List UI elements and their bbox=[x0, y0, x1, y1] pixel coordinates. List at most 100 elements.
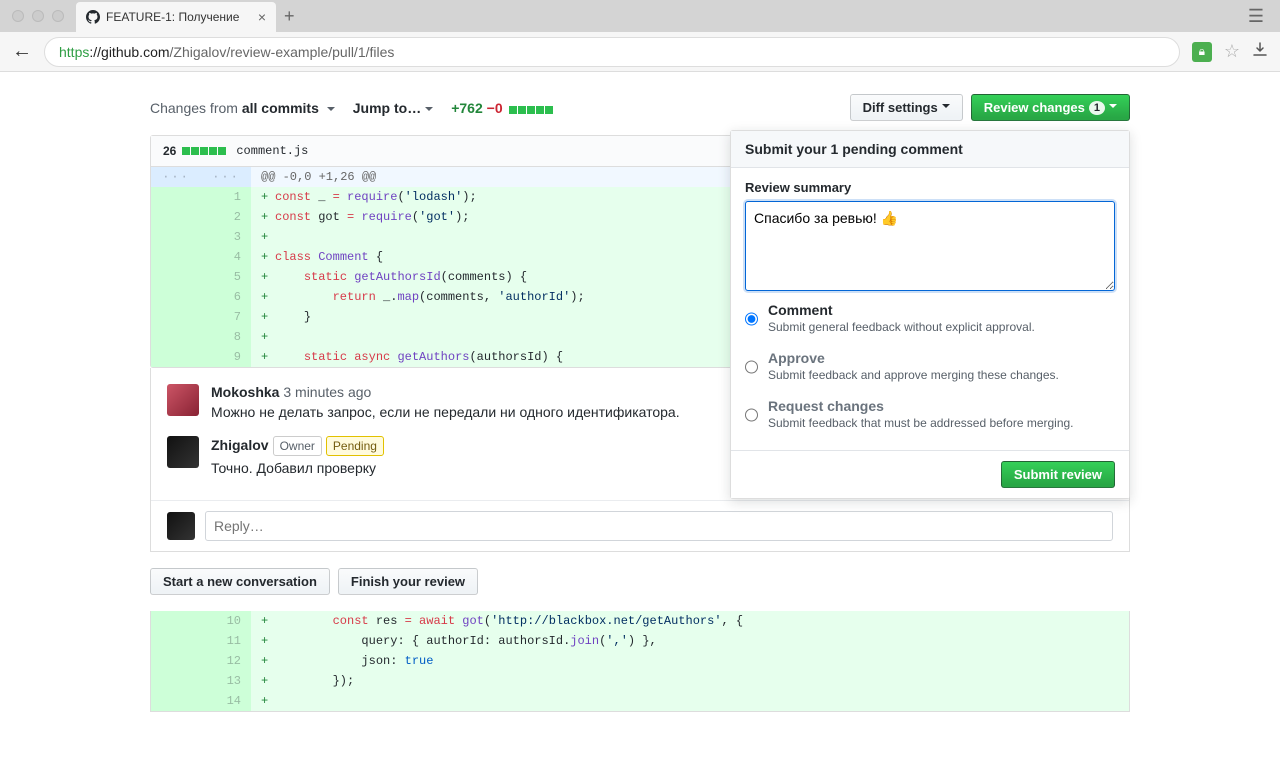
review-option[interactable]: Approve Submit feedback and approve mergi… bbox=[745, 342, 1115, 390]
diffstat-blocks bbox=[509, 106, 553, 114]
line-num-old bbox=[151, 187, 201, 207]
line-num-old bbox=[151, 347, 201, 367]
review-summary-label: Review summary bbox=[745, 180, 1115, 195]
changes-from-dropdown[interactable]: Changes from all commits bbox=[150, 100, 335, 116]
review-option[interactable]: Request changes Submit feedback that must… bbox=[745, 390, 1115, 438]
tab-title: FEATURE-1: Получение bbox=[106, 10, 252, 24]
main-content: Changes from all commits Jump to… +762 −… bbox=[150, 72, 1130, 712]
file-diffstat-icon bbox=[182, 147, 226, 155]
file-diff-continuation: 10+ const res = await got('http://blackb… bbox=[150, 611, 1130, 712]
url-protocol: https bbox=[59, 44, 89, 60]
reply-input[interactable] bbox=[205, 511, 1113, 541]
review-option-desc: Submit feedback and approve merging thes… bbox=[768, 368, 1059, 382]
url-path: /Zhigalov/review-example/pull/1/files bbox=[170, 44, 395, 60]
jump-to-dropdown[interactable]: Jump to… bbox=[353, 100, 433, 116]
avatar[interactable] bbox=[167, 436, 199, 468]
new-tab-button[interactable]: + bbox=[284, 6, 295, 27]
close-window-icon[interactable] bbox=[12, 10, 24, 22]
line-num-new: 6 bbox=[201, 287, 251, 307]
badge: Owner bbox=[273, 436, 322, 456]
code-cell[interactable]: + }); bbox=[251, 671, 1129, 691]
code-line: 11+ query: { authorId: authorsId.join(',… bbox=[151, 631, 1129, 651]
avatar[interactable] bbox=[167, 384, 199, 416]
github-favicon-icon bbox=[86, 10, 100, 24]
review-summary-textarea[interactable] bbox=[745, 201, 1115, 291]
review-option[interactable]: Comment Submit general feedback without e… bbox=[745, 294, 1115, 342]
submit-review-button[interactable]: Submit review bbox=[1001, 461, 1115, 488]
code-cell[interactable]: + query: { authorId: authorsId.join(',')… bbox=[251, 631, 1129, 651]
expand-up-icon[interactable]: ··· bbox=[162, 170, 190, 184]
line-num-old bbox=[151, 207, 201, 227]
tab-close-icon[interactable]: × bbox=[258, 9, 266, 25]
download-icon[interactable] bbox=[1252, 42, 1268, 61]
line-num-new: 2 bbox=[201, 207, 251, 227]
url-host: ://github.com bbox=[89, 44, 169, 60]
address-bar: ← https://github.com/Zhigalov/review-exa… bbox=[0, 32, 1280, 72]
review-option-label: Comment bbox=[768, 302, 1035, 318]
line-num-new: 8 bbox=[201, 327, 251, 347]
conversation-actions: Start a new conversation Finish your rev… bbox=[150, 552, 1130, 611]
avatar bbox=[167, 512, 195, 540]
line-num-new: 11 bbox=[201, 631, 251, 651]
code-line: 10+ const res = await got('http://blackb… bbox=[151, 611, 1129, 631]
browser-chrome: FEATURE-1: Получение × + ☰ ← https://git… bbox=[0, 0, 1280, 72]
line-num-new: 7 bbox=[201, 307, 251, 327]
line-num-old bbox=[151, 307, 201, 327]
review-changes-button[interactable]: Review changes 1 bbox=[971, 94, 1130, 121]
line-num-old bbox=[151, 327, 201, 347]
review-option-desc: Submit general feedback without explicit… bbox=[768, 320, 1035, 334]
tab-bar: FEATURE-1: Получение × + ☰ bbox=[0, 0, 1280, 32]
code-cell[interactable]: + const res = await got('http://blackbox… bbox=[251, 611, 1129, 631]
review-radio[interactable] bbox=[745, 400, 758, 430]
review-option-label: Approve bbox=[768, 350, 1059, 366]
line-num-old bbox=[151, 651, 201, 671]
diff-stats: +762 −0 bbox=[451, 100, 552, 116]
nav-back-icon[interactable]: ← bbox=[12, 40, 32, 63]
diff-table-cont: 10+ const res = await got('http://blackb… bbox=[151, 611, 1129, 711]
line-num-old bbox=[151, 631, 201, 651]
comment-time: 3 minutes ago bbox=[279, 384, 371, 400]
code-cell[interactable]: + bbox=[251, 691, 1129, 711]
line-num-old bbox=[151, 267, 201, 287]
line-num-new: 1 bbox=[201, 187, 251, 207]
line-num-new: 12 bbox=[201, 651, 251, 671]
finish-review-button[interactable]: Finish your review bbox=[338, 568, 478, 595]
url-input[interactable]: https://github.com/Zhigalov/review-examp… bbox=[44, 37, 1180, 67]
review-dropdown: Submit your 1 pending comment Review sum… bbox=[730, 130, 1130, 499]
code-line: 13+ }); bbox=[151, 671, 1129, 691]
expand-down-icon[interactable]: ··· bbox=[212, 170, 240, 184]
code-line: 14+ bbox=[151, 691, 1129, 711]
comment-author[interactable]: Zhigalov bbox=[211, 437, 269, 453]
file-name: comment.js bbox=[236, 144, 308, 158]
line-num-old bbox=[151, 611, 201, 631]
window-controls bbox=[8, 10, 72, 22]
browser-tab[interactable]: FEATURE-1: Получение × bbox=[76, 2, 276, 32]
star-icon[interactable]: ☆ bbox=[1224, 41, 1240, 62]
review-radio[interactable] bbox=[745, 352, 758, 382]
reply-row bbox=[151, 500, 1129, 551]
code-line: 12+ json: true bbox=[151, 651, 1129, 671]
review-option-desc: Submit feedback that must be addressed b… bbox=[768, 416, 1074, 430]
line-num-new: 14 bbox=[201, 691, 251, 711]
browser-menu-icon[interactable]: ☰ bbox=[1240, 6, 1272, 27]
file-lines-count: 26 bbox=[163, 144, 176, 158]
line-num-old bbox=[151, 287, 201, 307]
line-num-old bbox=[151, 247, 201, 267]
line-num-old bbox=[151, 227, 201, 247]
start-conversation-button[interactable]: Start a new conversation bbox=[150, 568, 330, 595]
line-num-new: 3 bbox=[201, 227, 251, 247]
line-num-old bbox=[151, 671, 201, 691]
line-num-old bbox=[151, 691, 201, 711]
minimize-window-icon[interactable] bbox=[32, 10, 44, 22]
badge: Pending bbox=[326, 436, 384, 456]
review-dropdown-header: Submit your 1 pending comment bbox=[731, 131, 1129, 168]
maximize-window-icon[interactable] bbox=[52, 10, 64, 22]
code-cell[interactable]: + json: true bbox=[251, 651, 1129, 671]
line-num-new: 10 bbox=[201, 611, 251, 631]
lock-icon[interactable]: 🔒︎ bbox=[1192, 42, 1212, 62]
review-radio[interactable] bbox=[745, 304, 758, 334]
review-option-label: Request changes bbox=[768, 398, 1074, 414]
line-num-new: 4 bbox=[201, 247, 251, 267]
diff-settings-button[interactable]: Diff settings bbox=[850, 94, 963, 121]
comment-author[interactable]: Mokoshka bbox=[211, 384, 279, 400]
